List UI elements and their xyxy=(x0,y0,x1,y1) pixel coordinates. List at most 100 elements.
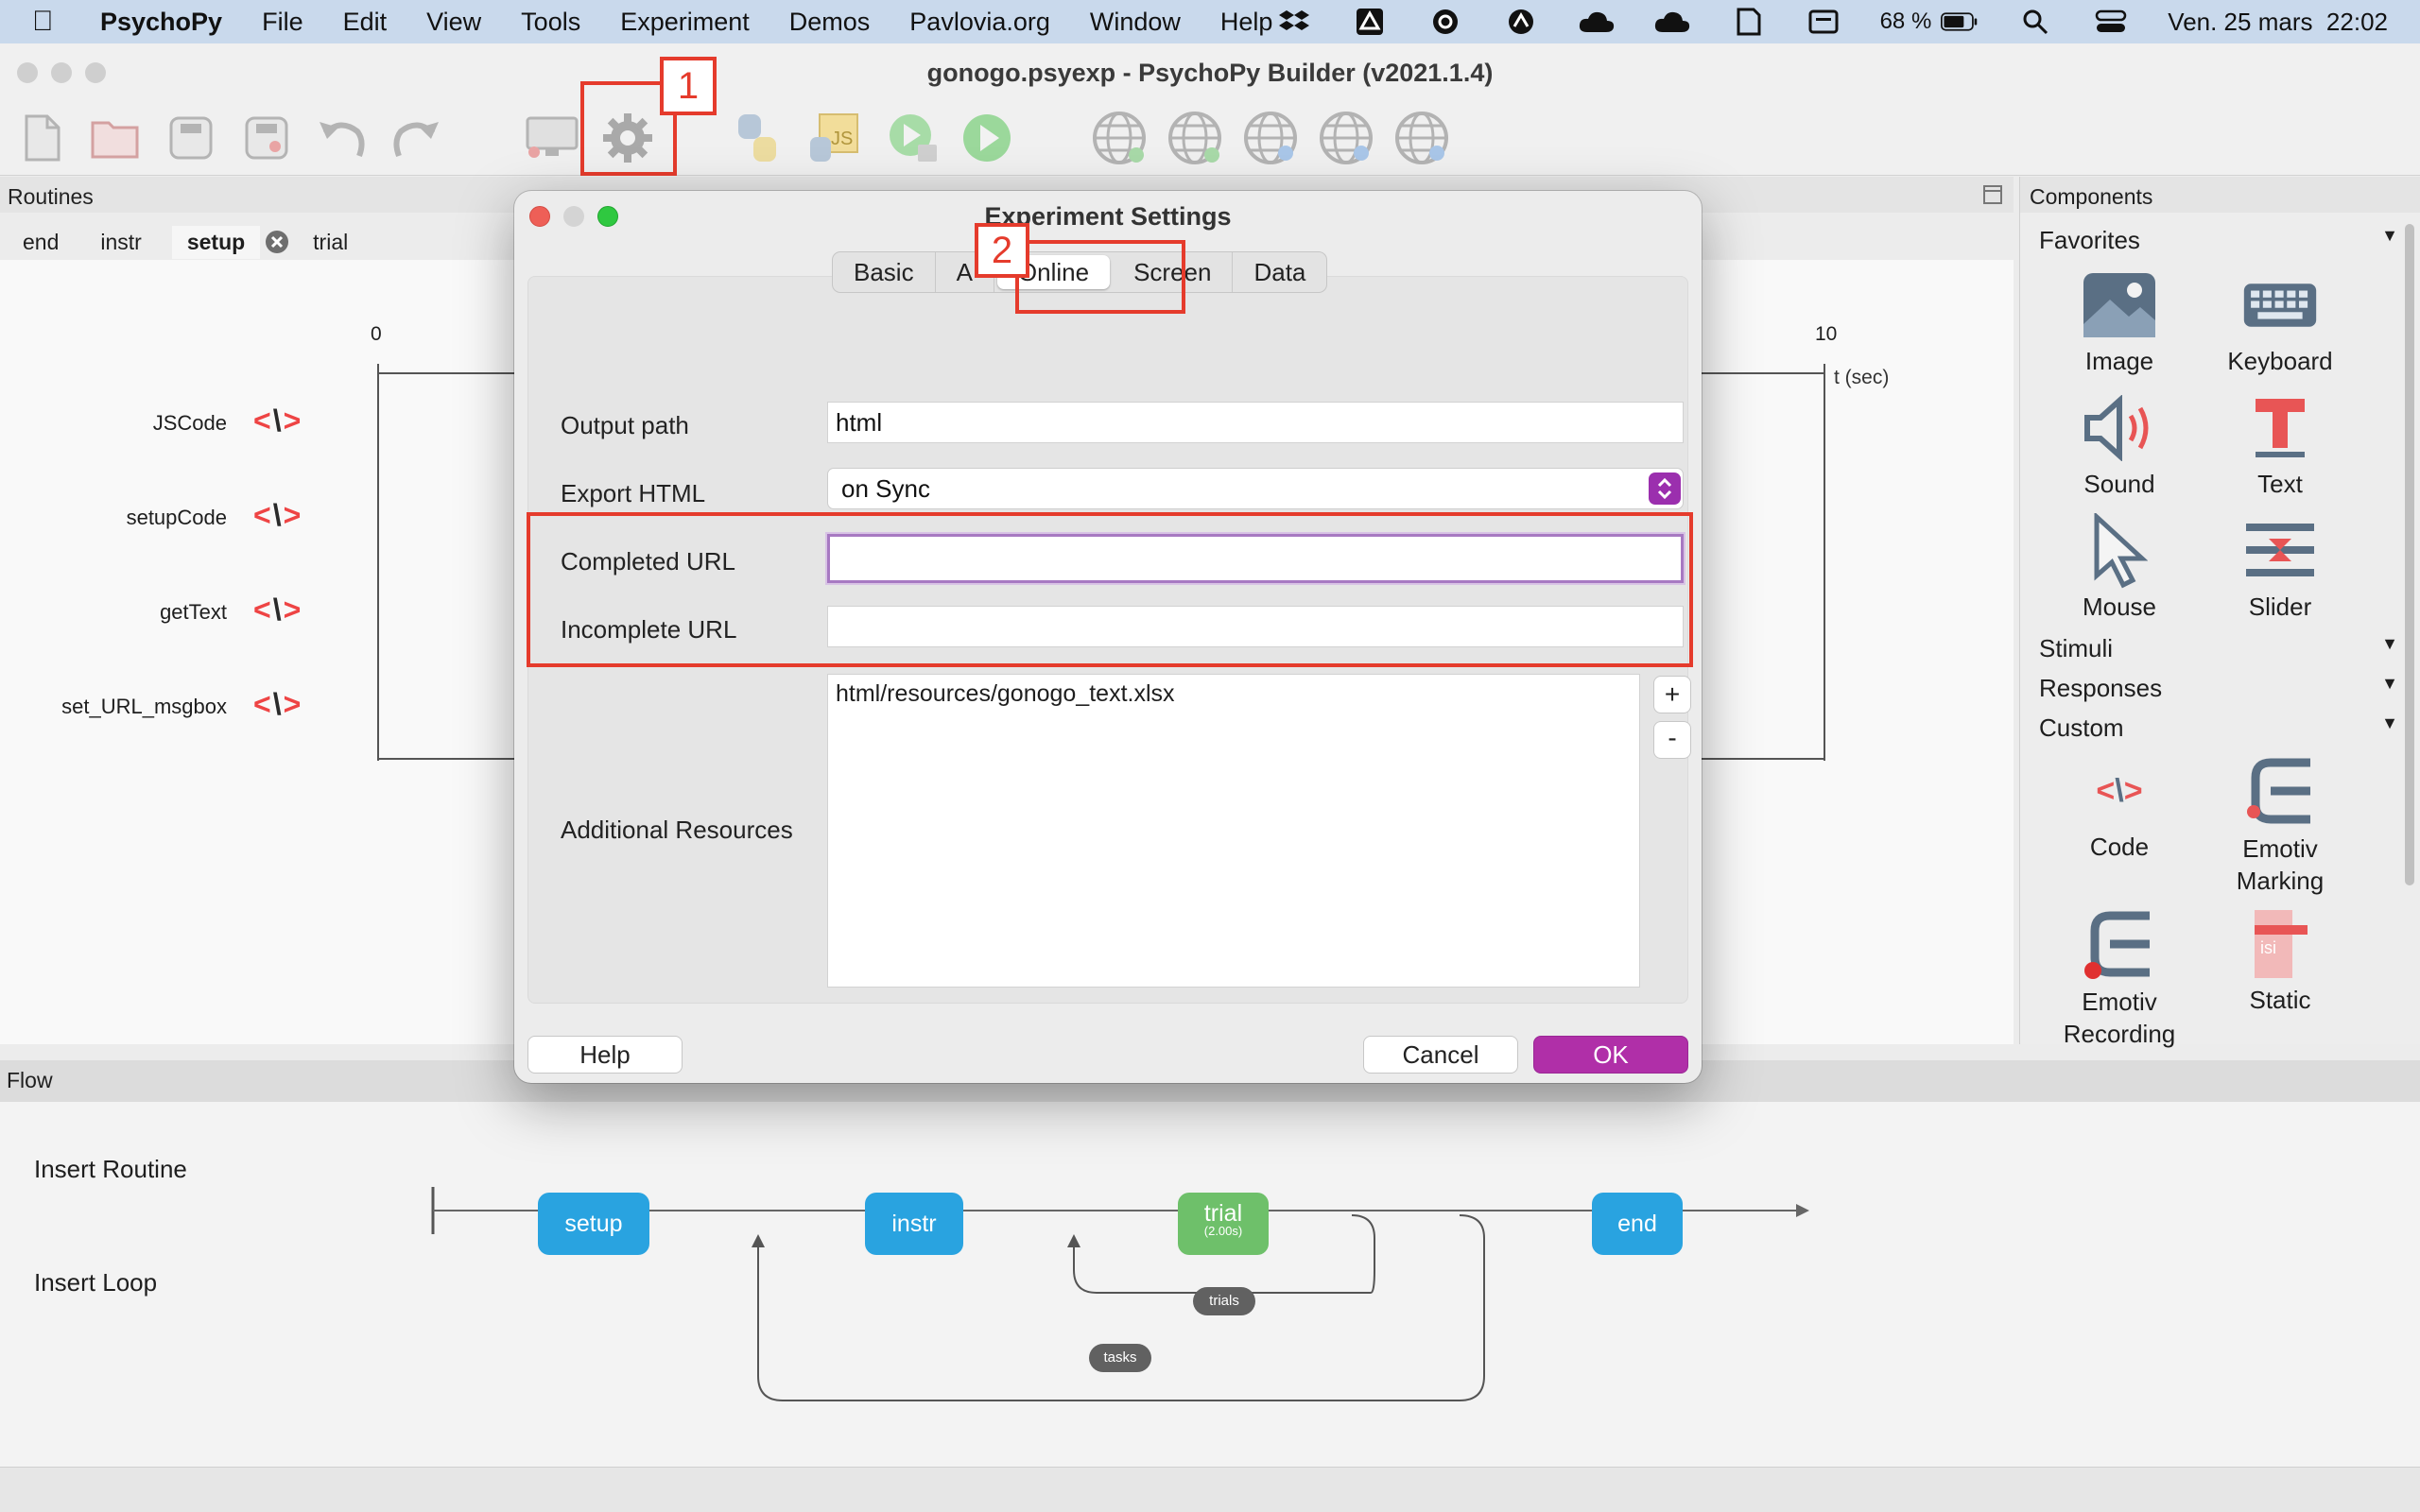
category-responses[interactable]: Responses ▼ xyxy=(2039,674,2398,703)
menu-edit[interactable]: Edit xyxy=(343,8,388,37)
battery-icon[interactable] xyxy=(1941,8,1979,36)
category-custom-label: Custom xyxy=(2039,713,2124,742)
save-button[interactable] xyxy=(161,108,221,168)
routine-tab-trial[interactable]: trial xyxy=(290,230,367,255)
drive-icon[interactable] xyxy=(1351,8,1389,36)
document-icon[interactable] xyxy=(1729,8,1767,36)
code-component-icon[interactable]: <\> xyxy=(253,404,302,438)
component-text[interactable]: Text xyxy=(2200,390,2360,499)
menu-view[interactable]: View xyxy=(426,8,481,37)
new-file-button[interactable] xyxy=(11,108,72,168)
flow-routine-instr[interactable]: instr xyxy=(865,1193,963,1255)
menu-pavlovia[interactable]: Pavlovia.org xyxy=(909,8,1050,37)
component-emotiv-recording[interactable]: Emotiv Recording xyxy=(2039,906,2200,1050)
category-favorites[interactable]: Favorites ▼ xyxy=(2039,226,2398,255)
apple-logo-icon[interactable]:  xyxy=(32,6,81,38)
menu-app-name[interactable]: PsychoPy xyxy=(100,8,222,37)
undo-button[interactable] xyxy=(312,108,372,168)
code-component-icon[interactable]: <\> xyxy=(253,498,302,533)
component-mouse[interactable]: Mouse xyxy=(2039,513,2200,622)
pavlovia-sync-button[interactable] xyxy=(1089,108,1150,168)
pavlovia-run-button[interactable] xyxy=(1165,108,1225,168)
cloud-icon[interactable] xyxy=(1578,8,1616,36)
open-file-button[interactable] xyxy=(85,108,146,168)
menu-experiment[interactable]: Experiment xyxy=(620,8,750,37)
component-slider[interactable]: Slider xyxy=(2200,513,2360,622)
dropbox-icon[interactable] xyxy=(1275,8,1313,36)
macos-menu-bar:  PsychoPy File Edit View Tools Experime… xyxy=(0,0,2420,43)
creative-cloud-icon[interactable] xyxy=(1426,8,1464,36)
cancel-button[interactable]: Cancel xyxy=(1363,1036,1518,1074)
pavlovia-search-button[interactable] xyxy=(1240,108,1301,168)
output-path-input[interactable] xyxy=(827,402,1684,443)
component-label-setupcode[interactable]: setupCode xyxy=(0,506,227,530)
emotiv-marking-icon xyxy=(2242,753,2318,829)
runner-button[interactable] xyxy=(883,108,943,168)
flow-loop-tasks[interactable]: tasks xyxy=(1089,1344,1151,1372)
component-label-jscode[interactable]: JSCode xyxy=(0,411,227,436)
select-stepper-icon xyxy=(1649,472,1681,505)
flow-routine-setup[interactable]: setup xyxy=(538,1193,649,1255)
redo-button[interactable] xyxy=(386,108,446,168)
menu-help[interactable]: Help xyxy=(1220,8,1273,37)
insert-loop-button[interactable]: Insert Loop xyxy=(34,1268,157,1297)
flow-canvas[interactable]: Insert Routine Insert Loop setup instr t… xyxy=(0,1102,2420,1467)
compile-js-button[interactable]: JS xyxy=(804,108,864,168)
globe-run-icon xyxy=(1168,112,1221,164)
menu-file[interactable]: File xyxy=(262,8,303,37)
emotiv-recording-icon xyxy=(2082,906,2157,982)
component-text-label: Text xyxy=(2257,470,2303,498)
flow-routine-end[interactable]: end xyxy=(1592,1193,1683,1255)
remove-resource-button[interactable]: - xyxy=(1653,721,1691,759)
flow-loop-trials[interactable]: trials xyxy=(1193,1287,1255,1315)
resource-item[interactable]: html/resources/gonogo_text.xlsx xyxy=(836,680,1632,708)
flow-routine-trial[interactable]: trial (2.00s) xyxy=(1178,1193,1269,1255)
run-button[interactable] xyxy=(957,108,1017,168)
component-static[interactable]: isi Static xyxy=(2200,906,2360,1015)
panel-maximize-icon[interactable] xyxy=(1983,184,2002,210)
monitor-center-button[interactable] xyxy=(522,108,582,168)
component-image[interactable]: Image xyxy=(2039,267,2200,376)
tab-basic[interactable]: Basic xyxy=(833,252,936,292)
additional-resources-list[interactable]: html/resources/gonogo_text.xlsx xyxy=(827,674,1640,988)
save-as-button[interactable] xyxy=(236,108,297,168)
code-component-icon[interactable]: <\> xyxy=(253,687,302,722)
flow-routine-trial-label: trial xyxy=(1203,1200,1243,1227)
pavlovia-info-button[interactable] xyxy=(1392,108,1452,168)
routine-tab-setup[interactable]: setup xyxy=(171,225,261,259)
menu-tools[interactable]: Tools xyxy=(521,8,580,37)
component-label-set-url-msgbox[interactable]: set_URL_msgbox xyxy=(0,695,227,719)
menubar-clock[interactable]: Ven. 25 mars 22:02 xyxy=(2168,8,2388,37)
save-icon xyxy=(169,116,213,160)
components-scrollbar[interactable] xyxy=(2405,224,2416,1037)
export-html-select[interactable]: on Sync xyxy=(827,468,1684,509)
insert-routine-button[interactable]: Insert Routine xyxy=(34,1155,187,1184)
component-sound[interactable]: Sound xyxy=(2039,390,2200,499)
menu-window[interactable]: Window xyxy=(1090,8,1181,37)
search-icon[interactable] xyxy=(2016,8,2054,36)
code-component-icon[interactable]: <\> xyxy=(253,593,302,627)
close-tab-icon[interactable] xyxy=(264,229,290,255)
category-custom[interactable]: Custom ▼ xyxy=(2039,713,2398,743)
tab-data[interactable]: Data xyxy=(1233,252,1326,292)
help-button[interactable]: Help xyxy=(527,1036,683,1074)
component-emotiv-marking[interactable]: Emotiv Marking xyxy=(2200,753,2360,897)
component-code[interactable]: < \ > Code xyxy=(2039,753,2200,862)
routine-tab-end[interactable]: end xyxy=(0,230,78,255)
control-center-icon[interactable] xyxy=(2092,8,2130,36)
category-stimuli[interactable]: Stimuli ▼ xyxy=(2039,634,2398,663)
component-sound-label: Sound xyxy=(2083,470,2155,498)
add-resource-button[interactable]: + xyxy=(1653,676,1691,713)
annotation-label-2: 2 xyxy=(975,223,1029,278)
cloud-icon-2[interactable] xyxy=(1653,8,1691,36)
keyboard-icon[interactable] xyxy=(1805,8,1842,36)
component-label-gettext[interactable]: getText xyxy=(0,600,227,625)
pavlovia-user-button[interactable] xyxy=(1316,108,1376,168)
routine-tab-instr[interactable]: instr xyxy=(78,230,160,255)
component-keyboard[interactable]: Keyboard xyxy=(2200,267,2360,376)
menu-demos[interactable]: Demos xyxy=(789,8,871,37)
compile-python-button[interactable] xyxy=(728,108,788,168)
components-panel: Components Favorites ▼ Image Keyboard So… xyxy=(2019,177,2420,1048)
app-status-icon[interactable] xyxy=(1502,8,1540,36)
ok-button[interactable]: OK xyxy=(1533,1036,1688,1074)
